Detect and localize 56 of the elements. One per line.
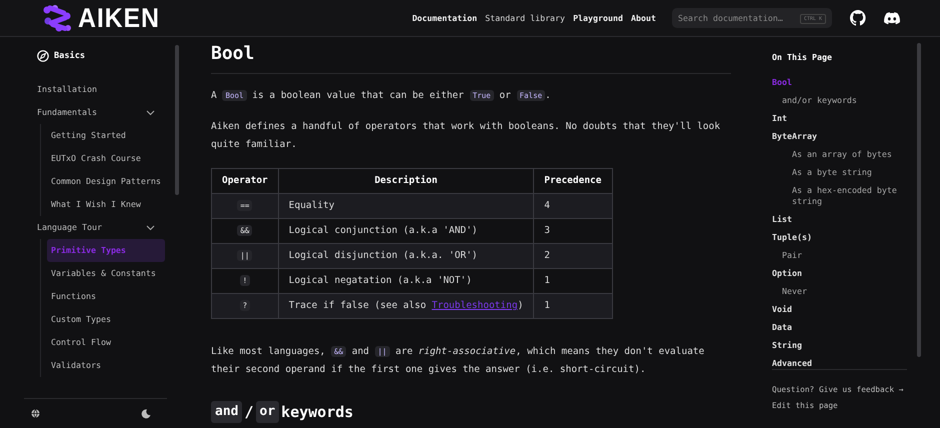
- cell-text: Trace if false (see also: [288, 300, 428, 311]
- sidebar-item[interactable]: Variables & Constants: [47, 262, 165, 285]
- scrollbar-thumb[interactable]: [175, 45, 179, 195]
- nav-link[interactable]: Documentation: [412, 13, 478, 23]
- scrollbar-thumb[interactable]: [917, 43, 921, 357]
- column-header: Operator: [212, 168, 278, 194]
- toc-link[interactable]: Pair: [772, 246, 907, 264]
- sidebar-item[interactable]: Getting Started: [47, 124, 165, 147]
- sidebar-item[interactable]: Functions: [47, 285, 165, 308]
- chevron-icon[interactable]: [146, 108, 155, 117]
- logo-icon[interactable]: [42, 4, 72, 32]
- moon-icon[interactable]: [141, 408, 151, 418]
- section-heading: and / or keywords: [211, 401, 731, 423]
- paragraph: Aiken defines a handful of operators that work with booleans. No doubts that they'll look quite familiar.: [211, 120, 722, 152]
- table-cell: Equality: [278, 194, 534, 218]
- toc-link[interactable]: Advanced: [772, 354, 907, 369]
- section-title: Basics: [54, 51, 86, 61]
- page-title: Bool: [211, 43, 731, 74]
- globe-icon[interactable]: [31, 409, 40, 418]
- table-cell: 1: [534, 294, 612, 318]
- toc-title: On This Page: [772, 52, 833, 62]
- toc-link[interactable]: Data: [772, 318, 907, 336]
- logo-text[interactable]: AIKEN: [78, 2, 160, 34]
- nav-link[interactable]: Playground: [573, 13, 624, 23]
- column-header: Description: [278, 168, 534, 194]
- toc-link[interactable]: Tuple(s): [772, 228, 907, 246]
- toc-link[interactable]: and/or keywords: [772, 91, 907, 109]
- toc-link[interactable]: String: [772, 336, 907, 354]
- toc-link[interactable]: As a byte string: [772, 163, 907, 181]
- nav-link[interactable]: Standard library: [485, 13, 566, 23]
- github-icon[interactable]: [850, 10, 866, 26]
- sidebar-item[interactable]: EUTxO Crash Course: [47, 147, 165, 170]
- sidebar-item[interactable]: Common Design Patterns: [47, 170, 165, 193]
- sidebar-item[interactable]: Installation: [30, 78, 150, 101]
- sidebar-item[interactable]: Language Tour: [30, 216, 162, 239]
- toc-link[interactable]: Void: [772, 300, 907, 318]
- toc-link[interactable]: Int: [772, 109, 907, 127]
- toc-link[interactable]: As a hex-encoded byte string: [772, 181, 907, 210]
- toc-link[interactable]: Option: [772, 264, 907, 282]
- sidebar-item[interactable]: Validators: [47, 354, 165, 377]
- nav-link[interactable]: About: [631, 13, 656, 23]
- table-cell: 4: [534, 194, 612, 218]
- toc-link[interactable]: ByteArray: [772, 127, 907, 145]
- chevron-icon[interactable]: [146, 223, 155, 232]
- table-cell: 2: [534, 244, 612, 268]
- toc-link[interactable]: As an array of bytes: [772, 145, 907, 163]
- sidebar-item[interactable]: Control Flow: [47, 331, 165, 354]
- table-cell: Logical disjunction (a.k.a. 'OR'): [278, 244, 534, 268]
- sidebar-item[interactable]: Fundamentals: [30, 101, 162, 124]
- cell-text: ): [518, 300, 524, 311]
- compass-icon: [37, 50, 49, 62]
- discord-icon[interactable]: [884, 11, 900, 25]
- toc-link[interactable]: List: [772, 210, 907, 228]
- sidebar-item[interactable]: Custom Types: [47, 308, 165, 331]
- sidebar-item[interactable]: What I Wish I Knew: [47, 193, 165, 216]
- toc-link[interactable]: Never: [772, 282, 907, 300]
